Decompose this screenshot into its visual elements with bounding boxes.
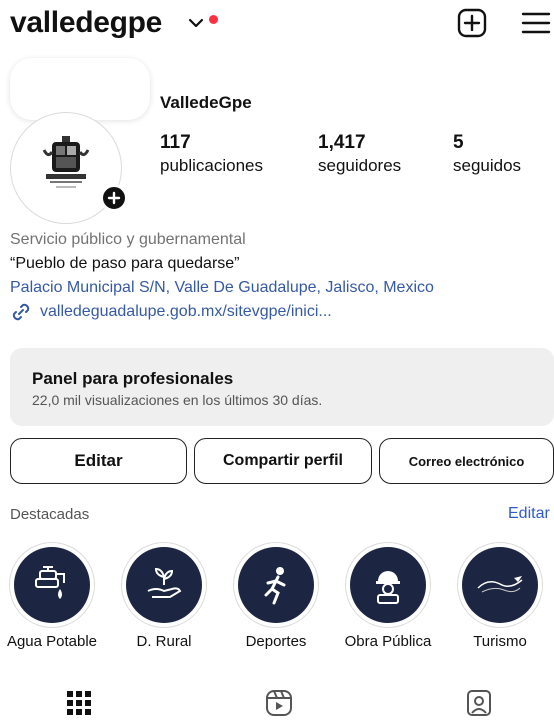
tourism-logo-icon xyxy=(477,576,523,593)
tagged-tab-icon[interactable] xyxy=(464,688,494,718)
highlights-title: Destacadas xyxy=(10,506,90,523)
posts-count: 117 xyxy=(160,132,191,153)
highlight-cover xyxy=(14,547,90,623)
website-url: valledeguadalupe.gob.mx/sitevgpe/inici..… xyxy=(40,303,332,320)
posts-label: publicaciones xyxy=(160,156,264,175)
municipal-crest-logo xyxy=(42,136,90,188)
following-count: 5 xyxy=(453,132,464,153)
new-post-plus-icon[interactable] xyxy=(456,7,488,39)
followers-label: seguidores xyxy=(318,156,402,175)
water-tap-icon xyxy=(35,566,65,599)
plus-icon xyxy=(107,191,121,205)
highlight-cover xyxy=(350,547,426,623)
highlight-d-rural[interactable] xyxy=(121,542,207,628)
notification-dot xyxy=(209,15,218,24)
following-label: seguidos xyxy=(453,156,522,175)
bio-address-link[interactable]: Palacio Municipal S/N, Valle De Guadalup… xyxy=(10,276,550,300)
email-button[interactable]: Correo electrónico xyxy=(379,438,554,484)
highlight-label: Deportes xyxy=(245,633,307,650)
highlight-obra-publica[interactable] xyxy=(345,542,431,628)
highlight-label: Obra Pública xyxy=(344,633,432,650)
professional-dashboard-panel[interactable]: Panel para profesionales 22,0 mil visual… xyxy=(10,348,554,426)
highlight-agua-potable[interactable] xyxy=(9,542,95,628)
chevron-down-icon[interactable] xyxy=(185,12,207,34)
grid-tab-icon[interactable] xyxy=(64,688,94,718)
edit-profile-button[interactable]: Editar xyxy=(10,438,187,484)
reels-tab-icon[interactable] xyxy=(264,688,294,718)
highlight-label: Turismo xyxy=(473,633,527,650)
profile-display-name: ValledeGpe xyxy=(160,93,252,112)
top-bar: valledegpe xyxy=(0,0,554,48)
share-profile-button[interactable]: Compartir perfil xyxy=(194,438,372,484)
worker-helmet-icon xyxy=(376,571,400,604)
panel-subtitle: 22,0 mil visualizaciones en los últimos … xyxy=(32,392,323,408)
profile-bio: Servicio público y gubernamental “Pueblo… xyxy=(10,228,550,324)
link-icon xyxy=(12,303,30,321)
panel-title: Panel para profesionales xyxy=(32,369,234,388)
runner-icon xyxy=(264,567,286,605)
highlights-edit-link[interactable]: Editar xyxy=(508,505,550,523)
highlight-cover xyxy=(238,547,314,623)
highlight-label: Agua Potable xyxy=(6,633,98,650)
account-username[interactable]: valledegpe xyxy=(10,6,162,40)
add-story-button[interactable] xyxy=(100,184,128,212)
following-stat[interactable]: 5 seguidos xyxy=(453,132,521,178)
note-bubble[interactable] xyxy=(10,58,150,120)
plant-hand-icon xyxy=(147,567,182,598)
highlight-label: D. Rural xyxy=(136,633,192,650)
menu-icon[interactable] xyxy=(520,7,552,39)
profile-category: Servicio público y gubernamental xyxy=(10,231,246,248)
posts-stat[interactable]: 117 publicaciones xyxy=(160,132,263,178)
followers-stat[interactable]: 1,417 seguidores xyxy=(318,132,401,178)
bio-website-link[interactable]: valledeguadalupe.gob.mx/sitevgpe/inici..… xyxy=(10,300,550,324)
highlight-turismo[interactable] xyxy=(457,542,543,628)
highlight-cover xyxy=(462,547,538,623)
bio-quote: “Pueblo de paso para quedarse” xyxy=(10,255,240,272)
highlight-cover xyxy=(126,547,202,623)
followers-count: 1,417 xyxy=(318,132,366,153)
highlight-deportes[interactable] xyxy=(233,542,319,628)
